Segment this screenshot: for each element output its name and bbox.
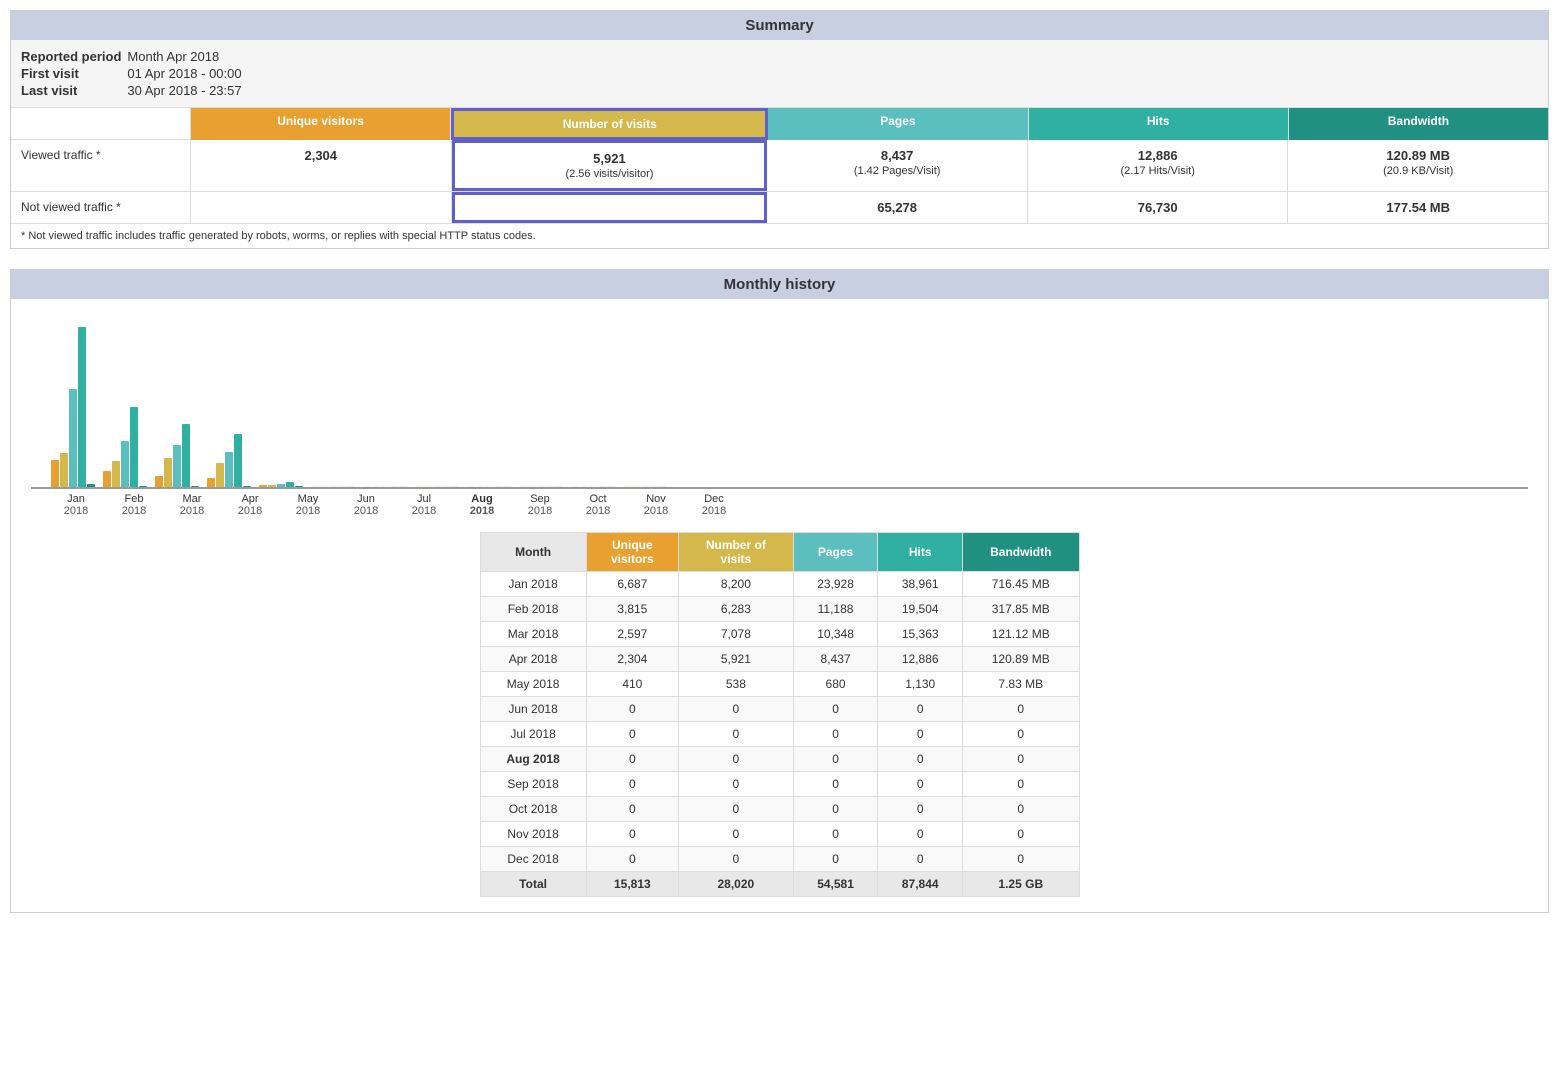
table-row: Mar 20182,5977,07810,34815,363121.12 MB xyxy=(480,622,1079,647)
footnote: * Not viewed traffic includes traffic ge… xyxy=(11,224,1548,248)
monthly-table-body: Jan 20186,6878,20023,92838,961716.45 MBF… xyxy=(480,572,1079,897)
bar-group-dec xyxy=(623,486,667,487)
bar-group-aug xyxy=(415,486,459,487)
bar-group-apr xyxy=(207,434,251,487)
viewed-traffic-row: Viewed traffic * 2,304 5,921 (2.56 visit… xyxy=(11,140,1548,192)
viewed-bw: 120.89 MB (20.9 KB/Visit) xyxy=(1288,140,1548,191)
bar-group-nov xyxy=(571,486,615,487)
first-visit-label: First visit xyxy=(21,65,127,82)
table-row: May 20184105386801,1307.83 MB xyxy=(480,672,1079,697)
table-row: Apr 20182,3045,9218,43712,886120.89 MB xyxy=(480,647,1079,672)
history-section: Monthly history Jan2018Feb2018Mar2018Apr… xyxy=(10,269,1549,913)
bar-group-may xyxy=(259,482,303,487)
bar-group-jun xyxy=(311,486,355,487)
summary-title: Summary xyxy=(11,11,1548,40)
history-title: Monthly history xyxy=(11,270,1548,299)
not-viewed-hits: 76,730 xyxy=(1028,192,1289,223)
viewed-hits: 12,886 (2.17 Hits/Visit) xyxy=(1028,140,1289,191)
th-pages: Pages xyxy=(793,533,878,572)
table-row: Jul 201800000 xyxy=(480,722,1079,747)
table-row: Jun 201800000 xyxy=(480,697,1079,722)
viewed-pages: 8,437 (1.42 Pages/Visit) xyxy=(767,140,1028,191)
not-viewed-nv xyxy=(452,192,768,223)
th-month: Month xyxy=(480,533,586,572)
table-row: Oct 201800000 xyxy=(480,797,1079,822)
th-uv: Uniquevisitors xyxy=(586,533,678,572)
summary-section: Summary Reported period Month Apr 2018 F… xyxy=(10,10,1549,249)
last-visit-value: 30 Apr 2018 - 23:57 xyxy=(127,82,247,99)
not-viewed-traffic-row: Not viewed traffic * 65,278 76,730 177.5… xyxy=(11,192,1548,224)
col-hits: Hits xyxy=(1029,108,1289,140)
th-nv: Number ofvisits xyxy=(679,533,794,572)
table-row: Sep 201800000 xyxy=(480,772,1079,797)
col-hits-header: Hits xyxy=(1029,108,1288,134)
th-bw: Bandwidth xyxy=(963,533,1079,572)
th-hits: Hits xyxy=(878,533,963,572)
page-wrapper: Summary Reported period Month Apr 2018 F… xyxy=(10,10,1549,913)
reported-period-value: Month Apr 2018 xyxy=(127,48,247,65)
col-nv-header: Number of visits xyxy=(454,111,765,137)
bar-group-sep xyxy=(467,486,511,487)
col-number-of-visits: Number of visits xyxy=(451,108,768,140)
col-uv-header: Unique visitors xyxy=(191,108,450,134)
table-row: Aug 201800000 xyxy=(480,747,1079,772)
bar-chart xyxy=(31,309,1528,489)
viewed-label: Viewed traffic * xyxy=(11,140,191,191)
last-visit-label: Last visit xyxy=(21,82,127,99)
bar-group-oct xyxy=(519,486,563,487)
monthly-table-wrapper: Month Uniquevisitors Number ofvisits Pag… xyxy=(11,517,1548,912)
not-viewed-pages: 65,278 xyxy=(767,192,1028,223)
col-bandwidth: Bandwidth xyxy=(1289,108,1548,140)
not-viewed-bw: 177.54 MB xyxy=(1288,192,1548,223)
table-row: Dec 201800000 xyxy=(480,847,1079,872)
chart-area: Jan2018Feb2018Mar2018Apr2018May2018Jun20… xyxy=(11,299,1548,517)
not-viewed-uv xyxy=(191,192,452,223)
viewed-nv: 5,921 (2.56 visits/visitor) xyxy=(452,140,768,191)
table-row: Nov 201800000 xyxy=(480,822,1079,847)
chart-labels: Jan2018Feb2018Mar2018Apr2018May2018Jun20… xyxy=(31,493,1528,517)
col-pages-header: Pages xyxy=(768,108,1027,134)
viewed-uv: 2,304 xyxy=(191,140,452,191)
bar-group-feb xyxy=(103,407,147,487)
table-row: Feb 20183,8156,28311,18819,504317.85 MB xyxy=(480,597,1079,622)
summary-col-headers: Unique visitors Number of visits Pages H… xyxy=(11,108,1548,140)
summary-meta: Reported period Month Apr 2018 First vis… xyxy=(11,40,1548,108)
table-row-total: Total15,81328,02054,58187,8441.25 GB xyxy=(480,872,1079,897)
not-viewed-label: Not viewed traffic * xyxy=(11,192,191,223)
table-row: Jan 20186,6878,20023,92838,961716.45 MB xyxy=(480,572,1079,597)
col-unique-visitors: Unique visitors xyxy=(191,108,451,140)
col-pages: Pages xyxy=(768,108,1028,140)
monthly-table: Month Uniquevisitors Number ofvisits Pag… xyxy=(480,532,1080,897)
bar-group-jan xyxy=(51,327,95,487)
reported-period-label: Reported period xyxy=(21,48,127,65)
bar-group-mar xyxy=(155,424,199,487)
col-spacer xyxy=(11,108,191,140)
first-visit-value: 01 Apr 2018 - 00:00 xyxy=(127,65,247,82)
bar-group-jul xyxy=(363,486,407,487)
col-bw-header: Bandwidth xyxy=(1289,108,1548,134)
